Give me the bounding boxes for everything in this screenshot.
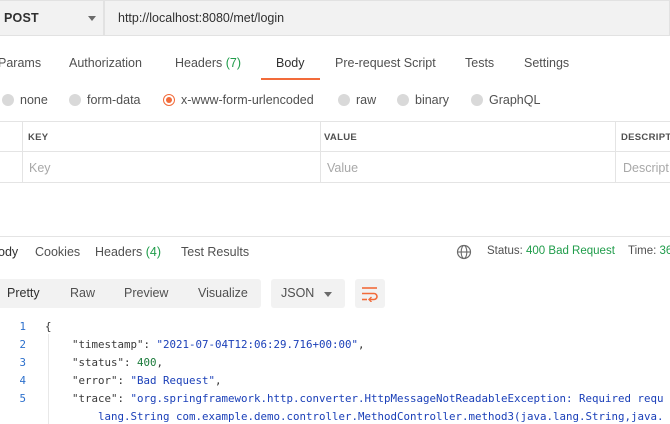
status-label: Status:: [487, 245, 523, 257]
visualize-button[interactable]: Visualize: [198, 286, 248, 300]
method-label: POST: [4, 11, 39, 25]
time-readout: Time: 36: [628, 245, 670, 257]
line-number: 4: [19, 374, 26, 387]
value-input[interactable]: Value: [327, 161, 358, 175]
method-select[interactable]: POST: [0, 0, 104, 36]
code-line: lang.String com.example.demo.controller.…: [98, 410, 664, 423]
request-tabs: Params Authorization Headers (7) Body Pr…: [0, 46, 670, 82]
tab-headers-count: (7): [225, 56, 242, 70]
code-line: {: [45, 320, 52, 333]
radio-label: raw: [356, 93, 377, 107]
pretty-button[interactable]: Pretty: [7, 286, 40, 300]
column-key: KEY: [28, 132, 49, 143]
indent-guide: [48, 334, 49, 424]
tab-headers[interactable]: Headers (7): [175, 56, 241, 70]
tab-settings[interactable]: Settings: [524, 56, 569, 70]
tab-headers-label: Headers: [175, 56, 223, 70]
url-input[interactable]: http://localhost:8080/met/login: [104, 0, 670, 36]
json-string: "Bad Request": [130, 374, 216, 387]
radio-circle-icon: [2, 94, 14, 106]
json-key: "error": [72, 374, 118, 387]
column-value: VALUE: [324, 132, 357, 143]
radio-circle-icon: [69, 94, 81, 106]
column-divider: [22, 122, 23, 183]
time-value[interactable]: 36: [660, 245, 670, 257]
radio-circle-icon: [397, 94, 409, 106]
json-number: 400: [137, 356, 157, 369]
response-tab-headers-count: (4): [145, 245, 162, 259]
tab-pre-request-script[interactable]: Pre-request Script: [335, 56, 436, 70]
json-string: "org.springframework.http.converter.Http…: [130, 392, 664, 405]
radio-label: GraphQL: [489, 93, 541, 107]
tab-tests[interactable]: Tests: [465, 56, 494, 70]
wrap-lines-icon: [362, 287, 378, 302]
response-tabs: ody Cookies Headers (4) Test Results Sta…: [0, 237, 670, 269]
globe-icon[interactable]: [456, 244, 472, 260]
code-line: "error": "Bad Request",: [72, 374, 222, 387]
view-mode-segment: Pretty Raw Preview Visualize: [0, 279, 261, 308]
description-input[interactable]: Descript: [623, 161, 669, 175]
column-divider: [615, 122, 616, 183]
response-tab-body[interactable]: ody: [0, 245, 18, 259]
chevron-down-icon: [324, 292, 332, 297]
key-input[interactable]: Key: [29, 161, 51, 175]
radio-checked-icon: [163, 94, 175, 106]
radio-circle-icon: [471, 94, 483, 106]
tab-authorization[interactable]: Authorization: [69, 56, 142, 70]
code-line: "trace": "org.springframework.http.conve…: [72, 392, 664, 405]
active-tab-indicator: [261, 78, 320, 80]
json-key: "trace": [72, 392, 118, 405]
table-row: Key Value Descript: [0, 152, 670, 183]
response-tab-headers[interactable]: Headers (4): [95, 245, 161, 259]
format-select[interactable]: JSON: [271, 279, 345, 308]
radio-label: x-www-form-urlencoded: [181, 93, 314, 107]
time-label: Time:: [628, 245, 657, 257]
request-bar: POST http://localhost:8080/met/login: [0, 0, 670, 37]
line-number: 1: [19, 320, 26, 333]
response-tab-test-results[interactable]: Test Results: [181, 245, 249, 259]
radio-label: binary: [415, 93, 450, 107]
table-header: KEY VALUE DESCRIPTI: [0, 122, 670, 152]
json-brace: {: [45, 320, 52, 333]
preview-button[interactable]: Preview: [124, 286, 168, 300]
response-tab-cookies[interactable]: Cookies: [35, 245, 80, 259]
status-value[interactable]: 400 Bad Request: [526, 245, 615, 257]
radio-circle-icon: [338, 94, 350, 106]
code-line: "status": 400,: [72, 356, 164, 369]
line-number: 5: [19, 392, 26, 405]
line-number: 2: [19, 338, 26, 351]
json-key: "status": [72, 356, 125, 369]
body-type-radios: none form-data x-www-form-urlencoded raw…: [0, 88, 670, 114]
chevron-down-icon: [88, 16, 96, 21]
params-table: KEY VALUE DESCRIPTI Key Value Descript: [0, 121, 670, 183]
code-line: "timestamp": "2021-07-04T12:06:29.716+00…: [72, 338, 365, 351]
response-tab-headers-label: Headers: [95, 245, 143, 259]
json-string: "2021-07-04T12:06:29.716+00:00": [156, 338, 359, 351]
radio-label: form-data: [87, 93, 141, 107]
raw-button[interactable]: Raw: [70, 286, 95, 300]
wrap-lines-button[interactable]: [355, 279, 385, 308]
column-divider: [320, 122, 321, 183]
url-text: http://localhost:8080/met/login: [118, 11, 285, 25]
format-label: JSON: [281, 286, 315, 300]
tab-body[interactable]: Body: [276, 56, 305, 70]
response-body-editor[interactable]: 1 2 3 4 5 { "timestamp": "2021-07-04T12:…: [0, 316, 670, 424]
status-readout: Status: 400 Bad Request: [487, 245, 615, 257]
json-string: lang.String com.example.demo.controller.…: [98, 410, 664, 423]
line-number: 3: [19, 356, 26, 369]
radio-label: none: [20, 93, 48, 107]
json-key: "timestamp": [72, 338, 144, 351]
column-description: DESCRIPTI: [621, 132, 670, 143]
tab-params[interactable]: Params: [0, 56, 41, 70]
